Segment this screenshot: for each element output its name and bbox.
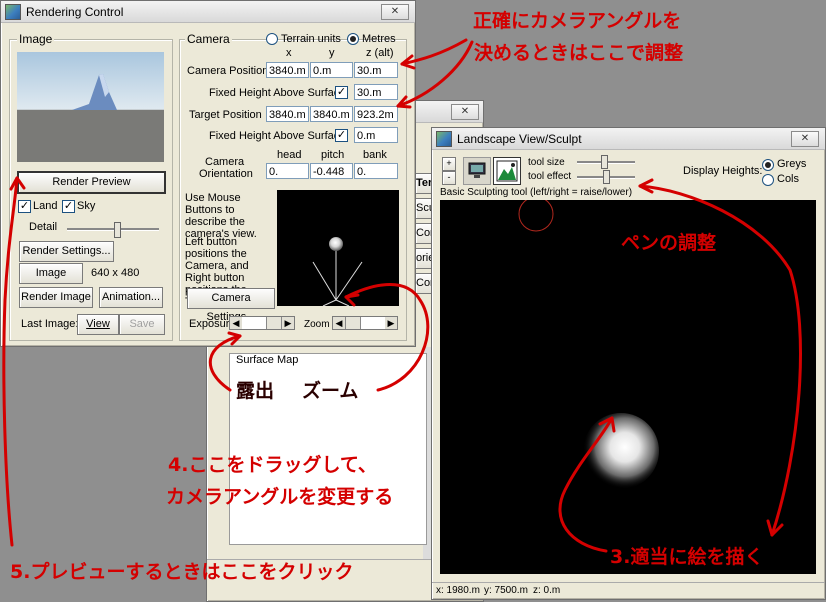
arrow-camera-position bbox=[400, 38, 468, 66]
annotation-drag-2: カメラアングルを変更する bbox=[166, 486, 394, 508]
annotation-draw: 3.適当に絵を描く bbox=[610, 546, 764, 568]
annotation-zoom: ズーム bbox=[302, 380, 359, 402]
annotation-preview: 5.プレビューするときはここをクリック bbox=[10, 561, 354, 583]
arrow-preview bbox=[2, 176, 19, 547]
annotation-camera-angle-1: 正確にカメラアングルを bbox=[473, 10, 682, 32]
annotation-arrows bbox=[2, 38, 802, 553]
arrow-zoom bbox=[344, 283, 430, 392]
annotation-drag-1: 4.ここをドラッグして、 bbox=[168, 454, 377, 476]
annotation-exposure: 露出 bbox=[236, 380, 275, 402]
annotation-camera-angle-2: 決めるときはここで調整 bbox=[474, 42, 684, 64]
annotation-pen-adjust: ペンの調整 bbox=[621, 232, 717, 254]
arrow-draw bbox=[558, 416, 614, 553]
arrow-target-z bbox=[396, 40, 474, 108]
